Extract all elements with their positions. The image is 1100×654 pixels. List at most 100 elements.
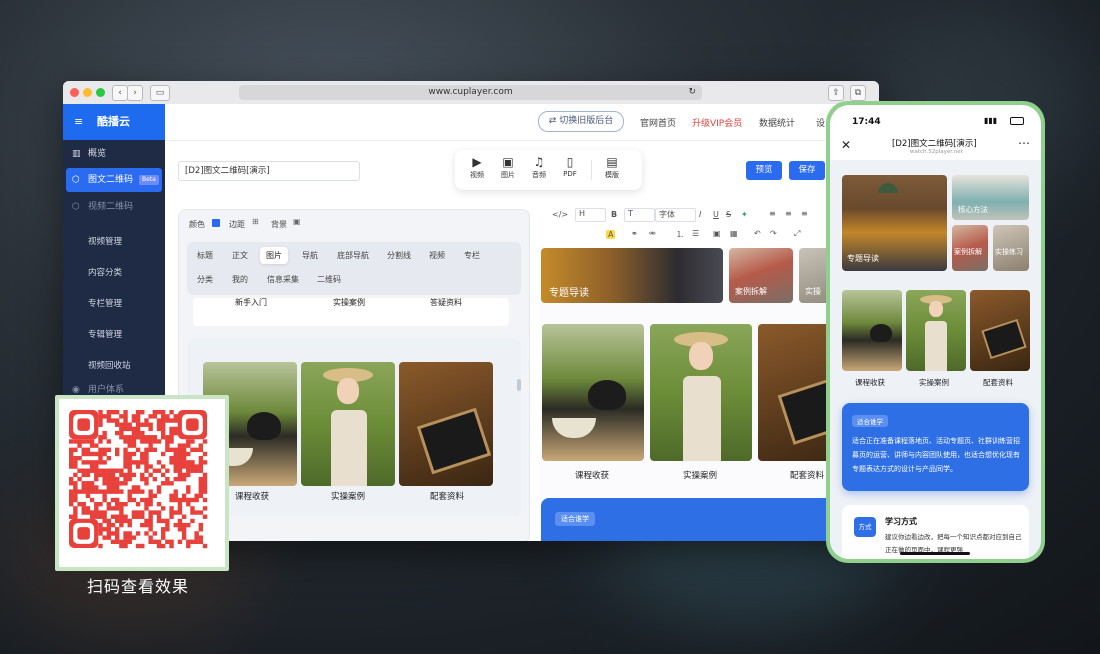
save-button[interactable]: 保存 — [789, 161, 825, 180]
link-icon[interactable]: ⚭ — [631, 229, 638, 238]
sidebar-item-overview[interactable]: ▥ 概览 — [63, 142, 165, 166]
switch-old-admin-button[interactable]: ⇄ 切换旧版后台 — [538, 111, 624, 132]
preview-image-caption: 配套资料 — [790, 471, 825, 481]
chart-icon: ▥ — [72, 149, 81, 159]
cube-icon: ⬡ — [72, 202, 80, 212]
ordered-list-icon[interactable]: ⒈ — [676, 229, 684, 240]
align-center-icon[interactable]: ≡ — [785, 209, 792, 218]
sidebar-item-column[interactable]: 专栏管理 — [88, 297, 122, 309]
tool-label: 模版 — [605, 171, 619, 179]
browser-titlebar: ‹ › ▭ www.cuplayer.com ↻ ⇪ ⧉ — [63, 81, 879, 105]
tab-info-collect[interactable]: 信息采集 — [267, 274, 299, 285]
tab-bottom-nav[interactable]: 底部导航 — [337, 250, 369, 261]
method-section: 方式 学习方式 建议你边看边改，把每一个知识点都对应到自己正在做的页面中，课程更… — [842, 505, 1029, 559]
nav-strip-block[interactable]: 新手入门 实操案例 答疑资料 — [193, 298, 509, 326]
align-right-icon[interactable]: ≡ — [801, 209, 808, 218]
heading-select[interactable]: H — [575, 208, 606, 222]
nav-strip-item: 答疑资料 — [430, 298, 462, 307]
banner-armchair: 案例拆解 — [729, 248, 793, 303]
nav-vip-link[interactable]: 升级VIP会员 — [692, 116, 742, 129]
tab-title[interactable]: 标题 — [197, 250, 213, 261]
face-shape — [337, 378, 359, 404]
tab-column[interactable]: 专栏 — [464, 250, 480, 261]
nav-home-link[interactable]: 官网首页 — [640, 116, 676, 129]
font-size-select[interactable]: T — [624, 208, 655, 222]
background-image-icon[interactable]: ▣ — [293, 217, 301, 226]
component-panel: 颜色 边距 ⊞ 背景 ▣ 标题 正文 图片 导航 底部导航 分割线 视频 专栏 … — [178, 209, 530, 541]
qr-code[interactable] — [55, 395, 229, 571]
image-block[interactable]: 课程收获 实操案例 配套资料 — [187, 338, 521, 516]
insert-image-icon[interactable]: ▣ — [713, 229, 721, 238]
border-icon[interactable]: ⊞ — [252, 217, 259, 226]
back-button[interactable]: ‹ — [112, 85, 128, 101]
maximize-window-button[interactable] — [96, 88, 105, 97]
brand-name: 酷播云 — [97, 115, 130, 128]
tool-label: PDF — [563, 170, 577, 178]
tab-mine[interactable]: 我的 — [232, 274, 248, 285]
clear-format-icon[interactable]: ✦ — [741, 210, 748, 219]
tab-video[interactable]: 视频 — [429, 250, 445, 261]
bold-icon[interactable]: B — [611, 210, 617, 219]
insert-video-button[interactable]: ▶ 视频 — [465, 154, 489, 180]
fullscreen-icon[interactable]: ⤢ — [794, 229, 800, 239]
sidebar-item-album[interactable]: 专辑管理 — [88, 328, 122, 340]
template-button[interactable]: ▤ 模版 — [600, 154, 624, 180]
unlink-icon[interactable]: ⚮ — [649, 229, 656, 238]
bullet-list-icon[interactable]: ☰ — [692, 229, 699, 238]
color-swatch[interactable] — [212, 219, 220, 227]
insert-toolbar: ▶ 视频 ▣ 图片 ♫ 音频 ▯ PDF ▤ 模版 — [455, 150, 642, 190]
battery-icon — [1010, 117, 1024, 125]
tab-qrcode[interactable]: 二维码 — [317, 274, 341, 285]
close-window-button[interactable] — [70, 88, 79, 97]
menu-icon[interactable]: ≡ — [74, 104, 83, 140]
title-input[interactable]: [D2]图文二维码[演示] — [178, 161, 360, 181]
main-area: ⇄ 切换旧版后台 官网首页 升级VIP会员 数据统计 设 [D2]图文二维码[演… — [165, 104, 879, 541]
back-icon[interactable]: ✕ — [841, 138, 851, 152]
strikethrough-icon[interactable]: S — [726, 210, 731, 219]
panel-resize-handle[interactable] — [517, 379, 521, 391]
nav-stats-link[interactable]: 数据统计 — [759, 116, 795, 129]
preview-button[interactable]: 预览 — [746, 161, 782, 180]
redo-icon[interactable]: ↷ — [770, 229, 777, 238]
tab-nav[interactable]: 导航 — [302, 250, 318, 261]
reload-icon[interactable]: ↻ — [688, 85, 696, 100]
tab-divider[interactable]: 分割线 — [387, 250, 411, 261]
phone-image-tea-tray — [970, 290, 1030, 371]
sidebar-item-video-manage[interactable]: 视频管理 — [88, 235, 122, 247]
share-icon[interactable]: ⇪ — [828, 85, 844, 101]
nav-settings-link[interactable]: 设 — [816, 116, 825, 129]
tab-image[interactable]: 图片 — [260, 247, 288, 264]
insert-audio-button[interactable]: ♫ 音频 — [527, 154, 551, 180]
cube-icon: ⬡ — [72, 175, 80, 185]
sidebar-item-label: 视频二维码 — [88, 202, 134, 212]
underline-icon[interactable]: U — [713, 210, 719, 219]
tool-label: 图片 — [501, 171, 515, 179]
forward-button[interactable]: › — [127, 85, 143, 101]
page-subtitle: watch.52player.net — [910, 149, 963, 155]
table-icon[interactable]: ▦ — [730, 229, 738, 238]
more-icon[interactable]: ⋯ — [1018, 136, 1030, 150]
font-family-select[interactable]: 字体 — [655, 208, 696, 222]
highlight-icon[interactable]: A — [606, 230, 616, 239]
italic-icon[interactable]: I — [699, 210, 701, 219]
teapot-shape — [870, 324, 892, 342]
tab-body[interactable]: 正文 — [232, 250, 248, 261]
home-indicator — [900, 552, 970, 555]
sidebar-item-image-qrcode[interactable]: ⬡ 图文二维码 Beta — [66, 168, 162, 192]
tabs-icon[interactable]: ⧉ — [850, 85, 866, 101]
undo-icon[interactable]: ↶ — [754, 229, 761, 238]
code-icon[interactable]: </> — [552, 210, 568, 219]
tab-category[interactable]: 分类 — [197, 274, 213, 285]
insert-image-button[interactable]: ▣ 图片 — [496, 154, 520, 180]
phone-banner-2: 核心方法 — [952, 175, 1029, 220]
page-title: [D2]图文二维码[演示] — [892, 139, 977, 149]
align-left-icon[interactable]: ≡ — [769, 209, 776, 218]
sidebar-item-category[interactable]: 内容分类 — [88, 266, 122, 278]
address-bar[interactable]: www.cuplayer.com ↻ — [239, 85, 702, 100]
toolbar-divider — [591, 160, 592, 180]
insert-pdf-button[interactable]: ▯ PDF — [558, 154, 582, 178]
sidebar-item-recycle[interactable]: 视频回收站 — [88, 359, 131, 371]
sidebar-toggle-icon[interactable]: ▭ — [150, 85, 170, 101]
sidebar-item-video-qrcode[interactable]: ⬡ 视频二维码 — [63, 195, 165, 219]
minimize-window-button[interactable] — [83, 88, 92, 97]
